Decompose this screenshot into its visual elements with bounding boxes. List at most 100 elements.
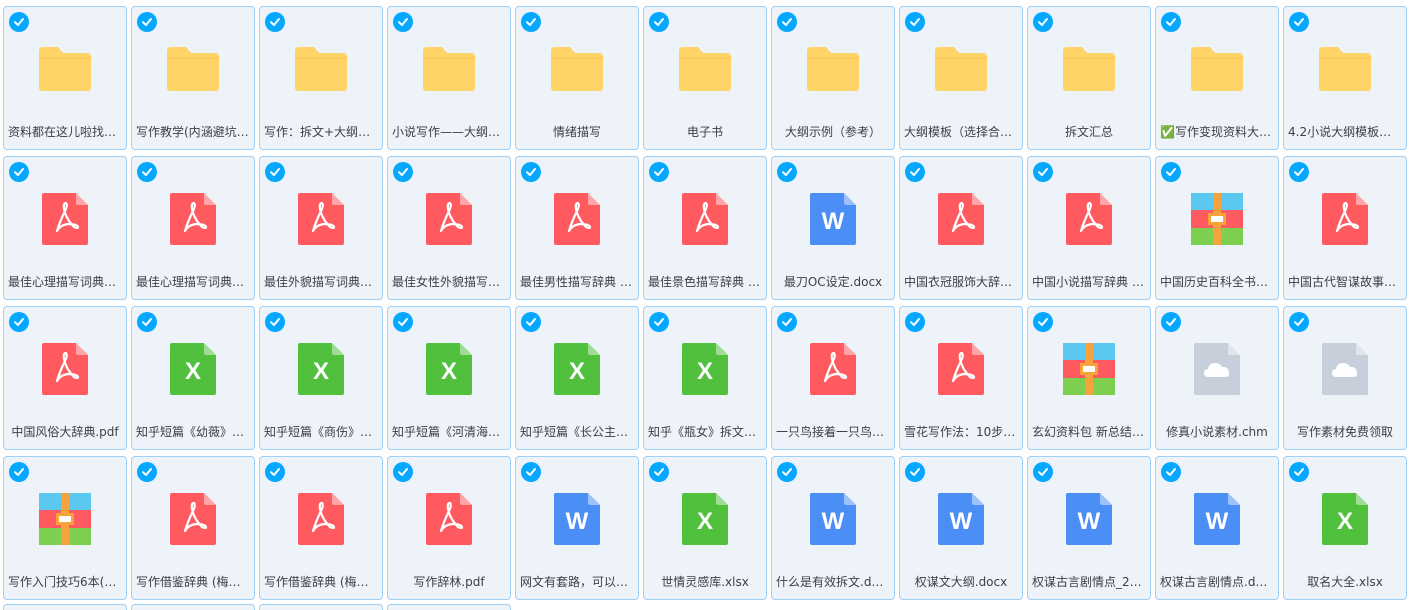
file-tile[interactable]: W 什么是有效拆文.d… xyxy=(771,456,895,600)
file-tile-partial[interactable] xyxy=(387,604,511,610)
file-tile-partial[interactable] xyxy=(3,604,127,610)
file-tile[interactable]: 最佳女性外貌描写… xyxy=(387,156,511,300)
file-tile[interactable]: X 知乎短篇《幼薇》… xyxy=(131,306,255,450)
checkmark-glyph xyxy=(654,168,664,176)
selected-check-icon[interactable] xyxy=(1033,12,1053,32)
file-tile[interactable]: 拆文汇总 xyxy=(1027,6,1151,150)
file-name: 知乎短篇《河清海… xyxy=(392,425,501,439)
selected-check-icon[interactable] xyxy=(1033,162,1053,182)
file-tile[interactable]: 中国风俗大辞典.pdf xyxy=(3,306,127,450)
file-tile[interactable]: 写作借鉴辞典 (梅… xyxy=(259,456,383,600)
file-tile[interactable]: 中国衣冠服饰大辞… xyxy=(899,156,1023,300)
selected-check-icon[interactable] xyxy=(777,462,797,482)
selected-check-icon[interactable] xyxy=(265,462,285,482)
svg-text:X: X xyxy=(1337,508,1353,535)
selected-check-icon[interactable] xyxy=(905,312,925,332)
file-tile[interactable]: 最佳男性描写辞典 … xyxy=(515,156,639,300)
file-tile[interactable]: 中国历史百科全书… xyxy=(1155,156,1279,300)
selected-check-icon[interactable] xyxy=(1033,462,1053,482)
selected-check-icon[interactable] xyxy=(777,312,797,332)
selected-check-icon[interactable] xyxy=(649,162,669,182)
selected-check-icon[interactable] xyxy=(905,462,925,482)
file-tile[interactable]: 电子书 xyxy=(643,6,767,150)
file-tile[interactable]: W 权谋文大纲.docx xyxy=(899,456,1023,600)
selected-check-icon[interactable] xyxy=(9,162,29,182)
file-tile[interactable]: 中国小说描写辞典 … xyxy=(1027,156,1151,300)
file-tile[interactable]: 写作入门技巧6本(… xyxy=(3,456,127,600)
selected-check-icon[interactable] xyxy=(1289,12,1309,32)
selected-check-icon[interactable] xyxy=(777,162,797,182)
selected-check-icon[interactable] xyxy=(905,12,925,32)
selected-check-icon[interactable] xyxy=(265,162,285,182)
file-tile[interactable]: 雪花写作法：10步… xyxy=(899,306,1023,450)
file-tile[interactable]: W 最刀OC设定.docx xyxy=(771,156,895,300)
selected-check-icon[interactable] xyxy=(1289,162,1309,182)
selected-check-icon[interactable] xyxy=(649,312,669,332)
file-tile[interactable]: 最佳外貌描写词典… xyxy=(259,156,383,300)
file-tile[interactable]: 中国古代智谋故事… xyxy=(1283,156,1407,300)
selected-check-icon[interactable] xyxy=(393,462,413,482)
selected-check-icon[interactable] xyxy=(521,312,541,332)
selected-check-icon[interactable] xyxy=(1161,462,1181,482)
file-name: 小说写作——大纲… xyxy=(392,125,501,139)
file-tile[interactable]: 4.2小说大纲模板… xyxy=(1283,6,1407,150)
file-tile[interactable]: 小说写作——大纲… xyxy=(387,6,511,150)
selected-check-icon[interactable] xyxy=(521,162,541,182)
file-name: 中国衣冠服饰大辞… xyxy=(904,275,1013,289)
file-tile[interactable]: 写作素材免费领取 xyxy=(1283,306,1407,450)
file-tile[interactable]: 玄幻资料包 新总结… xyxy=(1027,306,1151,450)
file-tile[interactable]: 大纲模板（选择合… xyxy=(899,6,1023,150)
file-tile[interactable]: X 知乎《瓶女》拆文… xyxy=(643,306,767,450)
selected-check-icon[interactable] xyxy=(9,12,29,32)
file-tile[interactable]: 写作借鉴辞典 (梅… xyxy=(131,456,255,600)
file-tile[interactable]: W 网文有套路，可以… xyxy=(515,456,639,600)
file-tile[interactable]: 情绪描写 xyxy=(515,6,639,150)
file-tile[interactable]: X 世情灵感库.xlsx xyxy=(643,456,767,600)
file-tile[interactable]: X 知乎短篇《商伤》… xyxy=(259,306,383,450)
file-tile[interactable]: W 权谋古言剧情点_2… xyxy=(1027,456,1151,600)
selected-check-icon[interactable] xyxy=(1289,312,1309,332)
selected-check-icon[interactable] xyxy=(905,162,925,182)
selected-check-icon[interactable] xyxy=(1161,162,1181,182)
selected-check-icon[interactable] xyxy=(1161,12,1181,32)
selected-check-icon[interactable] xyxy=(777,12,797,32)
selected-check-icon[interactable] xyxy=(393,312,413,332)
file-tile[interactable]: 一只鸟接着一只鸟… xyxy=(771,306,895,450)
file-name: 中国历史百科全书… xyxy=(1160,275,1269,289)
file-tile[interactable]: 写作辞林.pdf xyxy=(387,456,511,600)
file-tile[interactable]: 最佳心理描写词典… xyxy=(131,156,255,300)
selected-check-icon[interactable] xyxy=(265,312,285,332)
selected-check-icon[interactable] xyxy=(137,12,157,32)
selected-check-icon[interactable] xyxy=(1161,312,1181,332)
selected-check-icon[interactable] xyxy=(649,462,669,482)
file-tile[interactable]: 写作教学(内涵避坑… xyxy=(131,6,255,150)
file-tile[interactable]: W 权谋古言剧情点.d… xyxy=(1155,456,1279,600)
selected-check-icon[interactable] xyxy=(137,462,157,482)
file-tile[interactable]: X 知乎短篇《长公主… xyxy=(515,306,639,450)
file-tile[interactable]: 大纲示例（参考） xyxy=(771,6,895,150)
selected-check-icon[interactable] xyxy=(265,12,285,32)
file-tile[interactable]: 最佳景色描写辞典 … xyxy=(643,156,767,300)
selected-check-icon[interactable] xyxy=(137,312,157,332)
file-tile[interactable]: X 知乎短篇《河清海… xyxy=(387,306,511,450)
file-tile[interactable]: 修真小说素材.chm xyxy=(1155,306,1279,450)
selected-check-icon[interactable] xyxy=(9,462,29,482)
file-name: 修真小说素材.chm xyxy=(1166,425,1268,439)
selected-check-icon[interactable] xyxy=(393,12,413,32)
file-name: 写作教学(内涵避坑… xyxy=(136,125,249,139)
selected-check-icon[interactable] xyxy=(521,12,541,32)
file-tile[interactable]: X 取名大全.xlsx xyxy=(1283,456,1407,600)
selected-check-icon[interactable] xyxy=(1033,312,1053,332)
file-tile-partial[interactable] xyxy=(259,604,383,610)
selected-check-icon[interactable] xyxy=(393,162,413,182)
selected-check-icon[interactable] xyxy=(521,462,541,482)
file-tile[interactable]: 最佳心理描写词典… xyxy=(3,156,127,300)
file-tile[interactable]: 写作：拆文+大纲+… xyxy=(259,6,383,150)
file-tile[interactable]: ✅写作变现资料大… xyxy=(1155,6,1279,150)
selected-check-icon[interactable] xyxy=(1289,462,1309,482)
file-tile-partial[interactable] xyxy=(131,604,255,610)
file-tile[interactable]: 资料都在这儿啦找… xyxy=(3,6,127,150)
selected-check-icon[interactable] xyxy=(649,12,669,32)
selected-check-icon[interactable] xyxy=(9,312,29,332)
selected-check-icon[interactable] xyxy=(137,162,157,182)
